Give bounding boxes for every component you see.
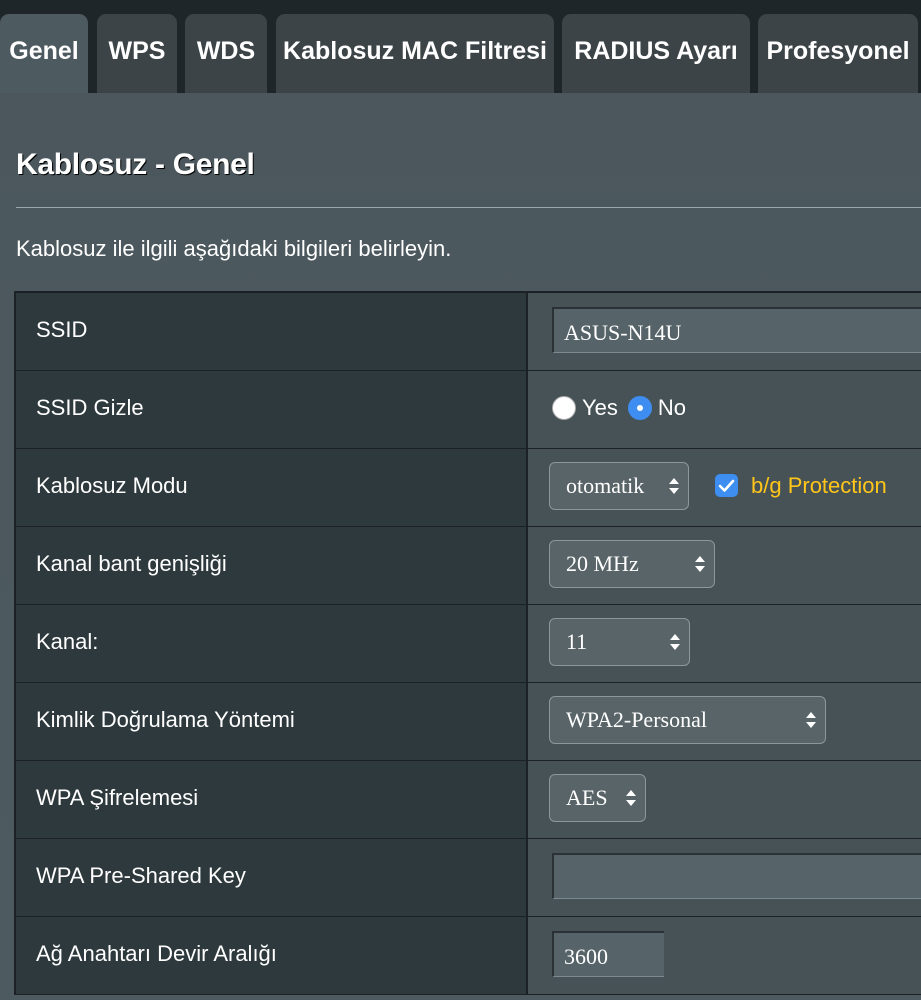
hide-ssid-yes-radio[interactable] bbox=[552, 396, 576, 420]
tab-mac-filter[interactable]: Kablosuz MAC Filtresi bbox=[276, 14, 554, 93]
select-arrows-icon bbox=[806, 712, 816, 728]
wpa-encryption-select[interactable]: AES bbox=[549, 774, 646, 822]
title-divider bbox=[16, 207, 921, 208]
page-description: Kablosuz ile ilgili aşağıdaki bilgileri … bbox=[16, 236, 452, 261]
auth-method-value: WPA2-Personal bbox=[566, 707, 707, 732]
wireless-mode-value: otomatik bbox=[566, 473, 645, 498]
ssid-label: SSID bbox=[36, 317, 88, 342]
setting-row-bandwidth: Kanal bant genişliği 20 MHz bbox=[16, 527, 921, 605]
tab-wds[interactable]: WDS bbox=[185, 14, 267, 93]
hide-ssid-no-radio[interactable] bbox=[627, 396, 652, 420]
bg-protection-checkbox[interactable] bbox=[715, 474, 738, 497]
bandwidth-label: Kanal bant genişliği bbox=[36, 551, 227, 576]
tab-radius[interactable]: RADIUS Ayarı bbox=[562, 14, 750, 93]
bandwidth-value: 20 MHz bbox=[566, 551, 639, 576]
select-arrows-icon bbox=[626, 790, 636, 806]
settings-table: SSID SSID Gizle Yes No Kablosuz Modu oto… bbox=[14, 291, 921, 995]
wpa-encryption-label: WPA Şifrelemesi bbox=[36, 785, 199, 810]
setting-row-wpa-encryption: WPA Şifrelemesi AES bbox=[16, 761, 921, 839]
hide-ssid-yes-label[interactable]: Yes bbox=[582, 395, 618, 421]
tab-professional[interactable]: Profesyonel bbox=[758, 14, 918, 93]
setting-row-wireless-mode: Kablosuz Modu otomatik b/g Protection bbox=[16, 449, 921, 527]
auth-method-label: Kimlik Doğrulama Yöntemi bbox=[36, 707, 295, 732]
channel-label: Kanal: bbox=[36, 629, 99, 654]
channel-value: 11 bbox=[566, 629, 588, 654]
page-title: Kablosuz - Genel bbox=[16, 148, 255, 181]
setting-row-psk: WPA Pre-Shared Key bbox=[16, 839, 921, 917]
tab-bar: Genel WPS WDS Kablosuz MAC Filtresi RADI… bbox=[0, 0, 921, 93]
setting-row-channel: Kanal: 11 bbox=[16, 605, 921, 683]
hide-ssid-label: SSID Gizle bbox=[36, 395, 144, 420]
setting-row-auth-method: Kimlik Doğrulama Yöntemi WPA2-Personal bbox=[16, 683, 921, 761]
key-rotation-input[interactable] bbox=[552, 931, 664, 977]
setting-row-hide-ssid: SSID Gizle Yes No bbox=[16, 371, 921, 449]
checkmark-icon bbox=[718, 479, 735, 492]
auth-method-select[interactable]: WPA2-Personal bbox=[549, 696, 826, 744]
setting-row-ssid: SSID bbox=[16, 293, 921, 371]
channel-select[interactable]: 11 bbox=[549, 618, 690, 666]
tab-wps[interactable]: WPS bbox=[97, 14, 177, 93]
wireless-mode-select[interactable]: otomatik bbox=[549, 462, 689, 510]
key-rotation-label: Ağ Anahtarı Devir Aralığı bbox=[36, 941, 277, 966]
hide-ssid-radio-group: Yes No bbox=[552, 395, 696, 421]
ssid-input[interactable] bbox=[552, 307, 921, 353]
bg-protection-label[interactable]: b/g Protection bbox=[751, 473, 887, 499]
select-arrows-icon bbox=[669, 478, 679, 494]
tab-genel[interactable]: Genel bbox=[0, 14, 88, 93]
wpa-encryption-value: AES bbox=[566, 785, 608, 810]
select-arrows-icon bbox=[670, 634, 680, 650]
psk-label: WPA Pre-Shared Key bbox=[36, 863, 246, 888]
hide-ssid-no-label[interactable]: No bbox=[658, 395, 686, 421]
bandwidth-select[interactable]: 20 MHz bbox=[549, 540, 715, 588]
select-arrows-icon bbox=[695, 556, 705, 572]
wireless-mode-label: Kablosuz Modu bbox=[36, 473, 188, 498]
setting-row-key-rotation: Ağ Anahtarı Devir Aralığı bbox=[16, 917, 921, 995]
psk-input[interactable] bbox=[552, 853, 921, 899]
